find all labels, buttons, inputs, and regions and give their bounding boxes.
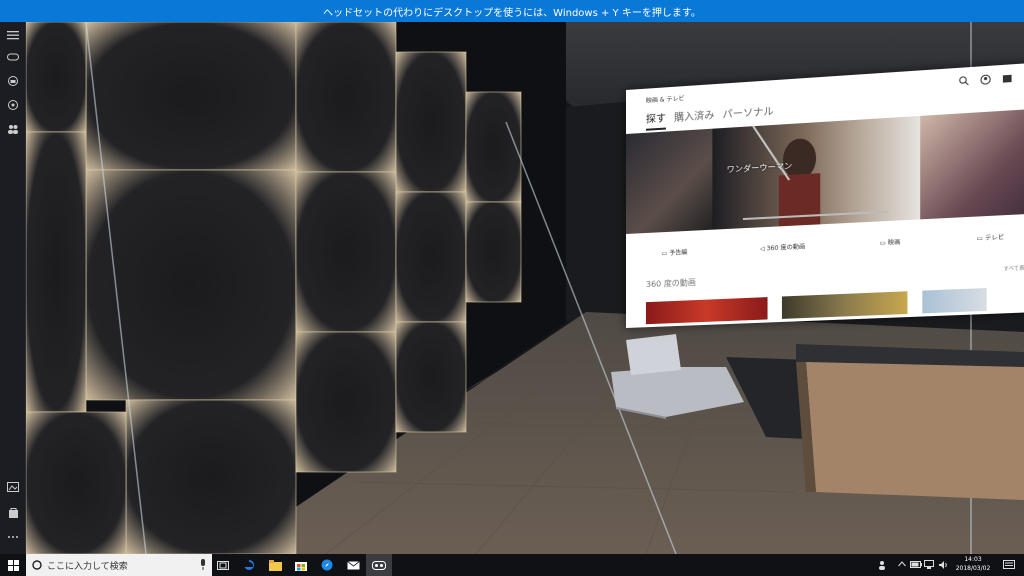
photo-icon[interactable] [3,478,23,496]
category-label: 映画 [887,238,901,247]
store-icon[interactable] [288,554,314,576]
video-thumbnail[interactable] [645,297,768,325]
category-trailers[interactable]: ▭ 予告編 [662,247,688,264]
file-explorer-icon[interactable] [262,554,288,576]
tab-personal[interactable]: パーソナル [723,103,774,127]
microphone-icon[interactable] [200,559,206,570]
network-icon[interactable] [924,560,934,569]
people-icon[interactable] [3,120,23,138]
taskbar-search-box[interactable]: ここに入力して検索 [26,554,212,576]
boundary-icon[interactable] [3,72,23,90]
system-tray [878,554,950,576]
taskbar: ここに入力して検索 14:03 2018/03/02 [0,554,1024,576]
mixed-reality-headset-icon[interactable] [3,48,23,66]
store-icon[interactable] [1002,67,1013,88]
section-title: 360 度の動画 [645,277,696,290]
battery-icon[interactable] [910,561,922,568]
controller-icon[interactable] [3,96,23,114]
hero-tile-left[interactable] [626,128,713,234]
volume-icon[interactable] [938,560,948,570]
video-thumbnail[interactable] [781,291,908,319]
category-movies[interactable]: ▭ 映画 [880,237,901,254]
task-view-icon[interactable] [210,554,236,576]
more-icon[interactable] [3,528,23,546]
category-label: 360 度の動画 [766,243,806,253]
hero-tile-right[interactable] [920,108,1024,220]
edge-browser-icon[interactable] [236,554,262,576]
cortana-circle-icon [32,560,42,570]
movies-tv-window[interactable]: 映画 & テレビ 探す 購入済み パーソナル ワンダーウーマン ▭ 予告編 ◁ … [626,62,1024,329]
app-toolbar [959,66,1024,91]
mixed-reality-rail [0,22,26,554]
account-icon[interactable] [980,69,991,90]
compass-app-icon[interactable] [314,554,340,576]
category-label: 予告編 [669,249,688,257]
category-360-video[interactable]: ◁ 360 度の動画 [760,241,805,259]
search-icon[interactable] [959,70,970,90]
app-title: 映画 & テレビ [645,94,685,105]
people-tray-icon[interactable] [878,560,888,570]
tab-explore[interactable]: 探す [645,109,666,131]
action-center-icon[interactable] [996,554,1022,576]
taskbar-clock[interactable]: 14:03 2018/03/02 [950,555,996,575]
chevron-up-icon[interactable] [898,561,906,567]
start-button[interactable] [0,554,26,576]
search-placeholder: ここに入力して検索 [47,561,128,572]
banner-text: ヘッドセットの代わりにデスクトップを使うには、Windows + Y キーを押し… [323,7,701,19]
notification-banner: ヘッドセットの代わりにデスクトップを使うには、Windows + Y キーを押し… [0,0,1024,22]
clock-date: 2018/03/02 [955,565,991,572]
clock-time: 14:03 [964,556,982,563]
mail-icon[interactable] [340,554,366,576]
category-label: テレビ [984,233,1005,243]
store-bag-icon[interactable] [3,504,23,522]
video-thumbnail[interactable] [922,287,987,314]
category-row: ▭ 予告編 ◁ 360 度の動画 ▭ 映画 ▭ テレビ [626,230,1024,266]
hamburger-menu-icon[interactable] [3,26,23,44]
tab-purchased[interactable]: 購入済み [674,106,714,129]
see-all-link[interactable]: すべて表示 [1003,264,1024,272]
mixed-reality-cliff-house-scene: 映画 & テレビ 探す 購入済み パーソナル ワンダーウーマン ▭ 予告編 ◁ … [26,22,1024,554]
mixed-reality-portal-icon[interactable] [366,554,392,576]
category-tv[interactable]: ▭ テレビ [977,232,1005,250]
